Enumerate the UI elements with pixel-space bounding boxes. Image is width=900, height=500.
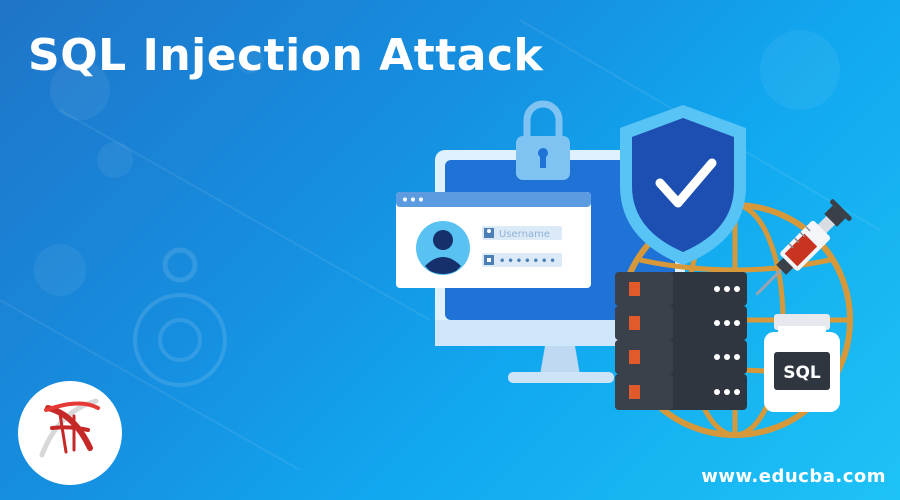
sql-server-logo: [18, 381, 122, 485]
username-placeholder: Username: [499, 229, 550, 240]
login-window: Username •••••••: [396, 192, 591, 288]
password-field[interactable]: •••••••: [482, 253, 562, 267]
syringe-icon: [755, 199, 852, 296]
server-unit: [615, 340, 747, 374]
server-unit: [615, 272, 747, 306]
password-mask: •••••••: [499, 256, 558, 267]
illustration: Username ••••••• SQL: [18, 100, 853, 485]
sql-vial: SQL: [764, 314, 840, 412]
site-url[interactable]: www.educba.com: [701, 466, 886, 487]
server-stack-icon: [615, 272, 747, 410]
server-unit: [615, 306, 747, 340]
username-field[interactable]: Username: [482, 226, 562, 240]
padlock-icon: [516, 100, 570, 180]
banner: SQL Injection Attack Username ••••••• SQ…: [0, 0, 900, 500]
sql-vial-label: SQL: [783, 363, 821, 383]
server-unit: [615, 374, 747, 410]
user-avatar-icon: [416, 221, 470, 275]
